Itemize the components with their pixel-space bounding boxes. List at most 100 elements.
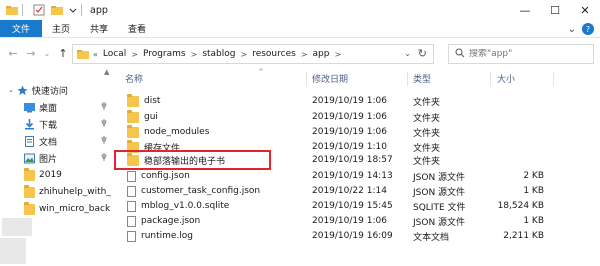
column-header-date[interactable]: 修改日期 (312, 72, 348, 86)
file-row[interactable]: config.json 2019/10/19 14:13 JSON 源文件 2 … (116, 168, 598, 184)
search-box[interactable] (448, 44, 594, 64)
pin-icon[interactable] (100, 153, 108, 163)
pin-icon[interactable] (100, 119, 108, 129)
address-dropdown-button[interactable]: ⌄ (404, 49, 411, 58)
new-folder-icon[interactable] (51, 4, 63, 16)
file-type: 文件夹 (413, 97, 441, 108)
nav-item-downloads[interactable]: 下载 (24, 116, 57, 132)
file-date: 2019/10/19 15:45 (312, 201, 393, 211)
file-row[interactable]: dist 2019/10/19 1:06 文件夹 (116, 93, 598, 109)
properties-icon[interactable] (33, 4, 45, 16)
overflow-icon[interactable]: « (93, 50, 98, 59)
minimize-button[interactable]: — (510, 0, 540, 20)
window-title: app (90, 4, 108, 16)
breadcrumb-resources[interactable]: resources (252, 49, 296, 59)
nav-quick-access[interactable]: ⌄ 快速访问 (8, 82, 68, 98)
picture-icon (24, 153, 35, 164)
address-bar[interactable]: « Local > Programs > stablog > resources… (72, 44, 434, 64)
file-row[interactable]: node_modules 2019/10/19 1:06 文件夹 (116, 124, 598, 140)
nav-item-zhihuhelp[interactable]: zhihuhelp_with_ (24, 184, 111, 200)
close-button[interactable]: ✕ (570, 0, 600, 20)
breadcrumb-app[interactable]: app (313, 49, 330, 59)
chevron-right-icon[interactable]: > (131, 50, 138, 59)
folder-icon (24, 201, 35, 215)
divider[interactable] (490, 72, 491, 86)
nav-item-label: 文档 (39, 137, 58, 148)
pin-icon[interactable] (100, 136, 108, 146)
file-row[interactable]: package.json 2019/10/19 1:06 JSON 源文件 1 … (116, 213, 598, 229)
file-name: customer_task_config.json (141, 186, 261, 196)
nav-item-2019[interactable]: 2019 (24, 167, 62, 183)
nav-item-desktop[interactable]: 桌面 (24, 99, 57, 115)
chevron-right-icon[interactable]: > (334, 50, 341, 59)
help-button[interactable]: ? (582, 23, 594, 35)
nav-item-label: 下载 (39, 120, 58, 131)
file-row[interactable]: runtime.log 2019/10/19 16:09 文本文档 2,211 … (116, 228, 598, 244)
title-bar: app — ☐ ✕ (0, 0, 600, 20)
chevron-right-icon[interactable]: > (301, 50, 308, 59)
folder-icon (127, 93, 139, 107)
file-name: mblog_v1.0.0.sqlite (141, 201, 230, 211)
text-file-icon (127, 230, 136, 242)
nav-item-label: 桌面 (39, 103, 58, 114)
file-row[interactable]: mblog_v1.0.0.sqlite 2019/10/19 15:45 SQL… (116, 198, 598, 214)
ribbon-controls: ⌄ ? (568, 23, 594, 35)
search-input[interactable] (469, 49, 589, 59)
tab-share[interactable]: 共享 (80, 20, 118, 37)
file-type: 文件夹 (413, 156, 441, 167)
column-header-size[interactable]: 大小 (497, 72, 515, 86)
nav-item-win-micro-back[interactable]: win_micro_back (24, 201, 110, 217)
file-name: dist (144, 96, 161, 106)
tab-home[interactable]: 主页 (42, 20, 80, 37)
json-file-icon (127, 185, 136, 197)
chevron-right-icon[interactable]: > (240, 50, 247, 59)
chevron-down-icon[interactable]: ⌄ (8, 86, 14, 94)
folder-icon (77, 48, 89, 60)
file-date: 2019/10/19 16:09 (312, 231, 393, 241)
file-date: 2019/10/22 1:14 (312, 186, 387, 196)
maximize-button[interactable]: ☐ (540, 0, 570, 20)
file-row[interactable]: customer_task_config.json 2019/10/22 1:1… (116, 183, 598, 199)
download-icon (24, 118, 35, 130)
refresh-button[interactable]: ↻ (418, 47, 427, 60)
scroll-up-icon[interactable]: ▲ (104, 68, 109, 76)
back-button[interactable]: ← (6, 47, 20, 60)
file-size: 2,211 KB (503, 231, 544, 241)
recent-locations-button[interactable]: ⌄ (40, 49, 54, 58)
folder-icon (6, 4, 18, 16)
divider[interactable] (306, 72, 307, 86)
ribbon-tabs: 文件 主页 共享 查看 ⌄ ? (0, 20, 600, 38)
file-date: 2019/10/19 14:13 (312, 171, 393, 181)
breadcrumb-programs[interactable]: Programs (143, 49, 186, 59)
quick-access-dropdown-icon[interactable] (69, 4, 77, 16)
column-header-name[interactable]: 名称 (125, 72, 143, 86)
file-size: 1 KB (523, 216, 544, 226)
forward-button[interactable]: → (24, 47, 38, 60)
sqlite-file-icon (127, 200, 136, 212)
divider[interactable] (553, 72, 554, 86)
pin-icon[interactable] (100, 102, 108, 112)
file-type: 文本文档 (413, 232, 450, 243)
divider[interactable] (407, 72, 408, 86)
breadcrumb-local[interactable]: Local (103, 49, 126, 59)
tab-file[interactable]: 文件 (0, 20, 43, 37)
file-name: node_modules (144, 127, 210, 137)
tab-view[interactable]: 查看 (118, 20, 156, 37)
file-type: 文件夹 (413, 128, 441, 139)
breadcrumb-stablog[interactable]: stablog (202, 49, 235, 59)
ribbon-collapse-button[interactable]: ⌄ (568, 24, 576, 35)
blurred-item (2, 218, 32, 236)
window-controls: — ☐ ✕ (510, 0, 600, 20)
nav-item-documents[interactable]: 文档 (24, 133, 57, 149)
up-button[interactable]: ↑ (56, 47, 70, 60)
file-name: gui (144, 112, 158, 122)
file-row[interactable]: gui 2019/10/19 1:06 文件夹 (116, 109, 598, 125)
file-type: JSON 源文件 (413, 187, 466, 198)
divider (81, 4, 82, 16)
navigation-bar: ← → ⌄ ↑ « Local > Programs > stablog > r… (0, 38, 600, 68)
file-date: 2019/10/19 1:06 (312, 96, 387, 106)
chevron-right-icon[interactable]: > (191, 50, 198, 59)
nav-item-pictures[interactable]: 图片 (24, 150, 57, 166)
nav-item-label: zhihuhelp_with_ (39, 187, 111, 197)
column-header-type[interactable]: 类型 (413, 72, 431, 86)
